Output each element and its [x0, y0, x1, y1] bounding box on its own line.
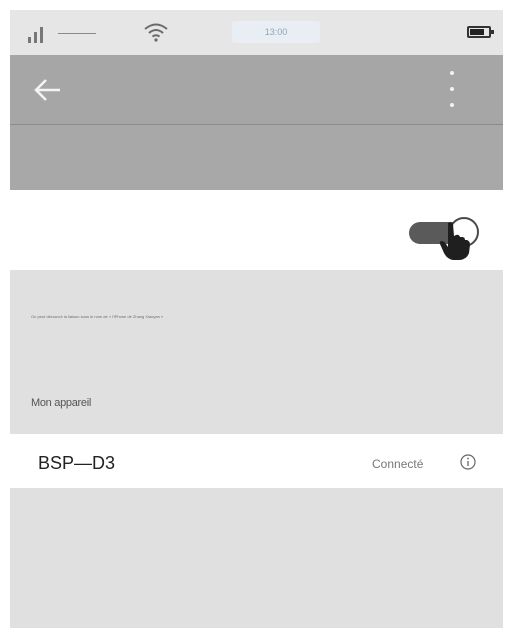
signal-icon: [28, 23, 50, 43]
network-placeholder: [58, 33, 96, 34]
battery-icon: [467, 26, 494, 38]
app-bar: [10, 55, 503, 125]
title-area: [10, 125, 503, 190]
device-status: Connecté: [372, 457, 424, 471]
status-bar: 13:00: [10, 10, 503, 55]
my-devices-label: Mon appareil: [31, 397, 91, 409]
arrow-left-icon[interactable]: [30, 73, 64, 107]
more-vert-icon[interactable]: [447, 71, 457, 111]
screen: 13:00 On peut découvrir la liaison sous …: [0, 0, 513, 638]
device-name: BSP—D3: [38, 453, 116, 473]
visibility-text: On peut découvrir la liaison sous le nom…: [31, 314, 164, 319]
bluetooth-toggle-row: [10, 190, 503, 270]
wifi-icon: [144, 23, 168, 42]
bottom-panel: [10, 488, 503, 628]
status-time: 13:00: [232, 21, 320, 43]
hand-pointer-icon: [439, 222, 470, 260]
device-row[interactable]: BSP—D3 Connecté: [10, 434, 503, 488]
info-panel: On peut découvrir la liaison sous le nom…: [10, 270, 503, 434]
info-circle-icon[interactable]: [460, 454, 476, 470]
